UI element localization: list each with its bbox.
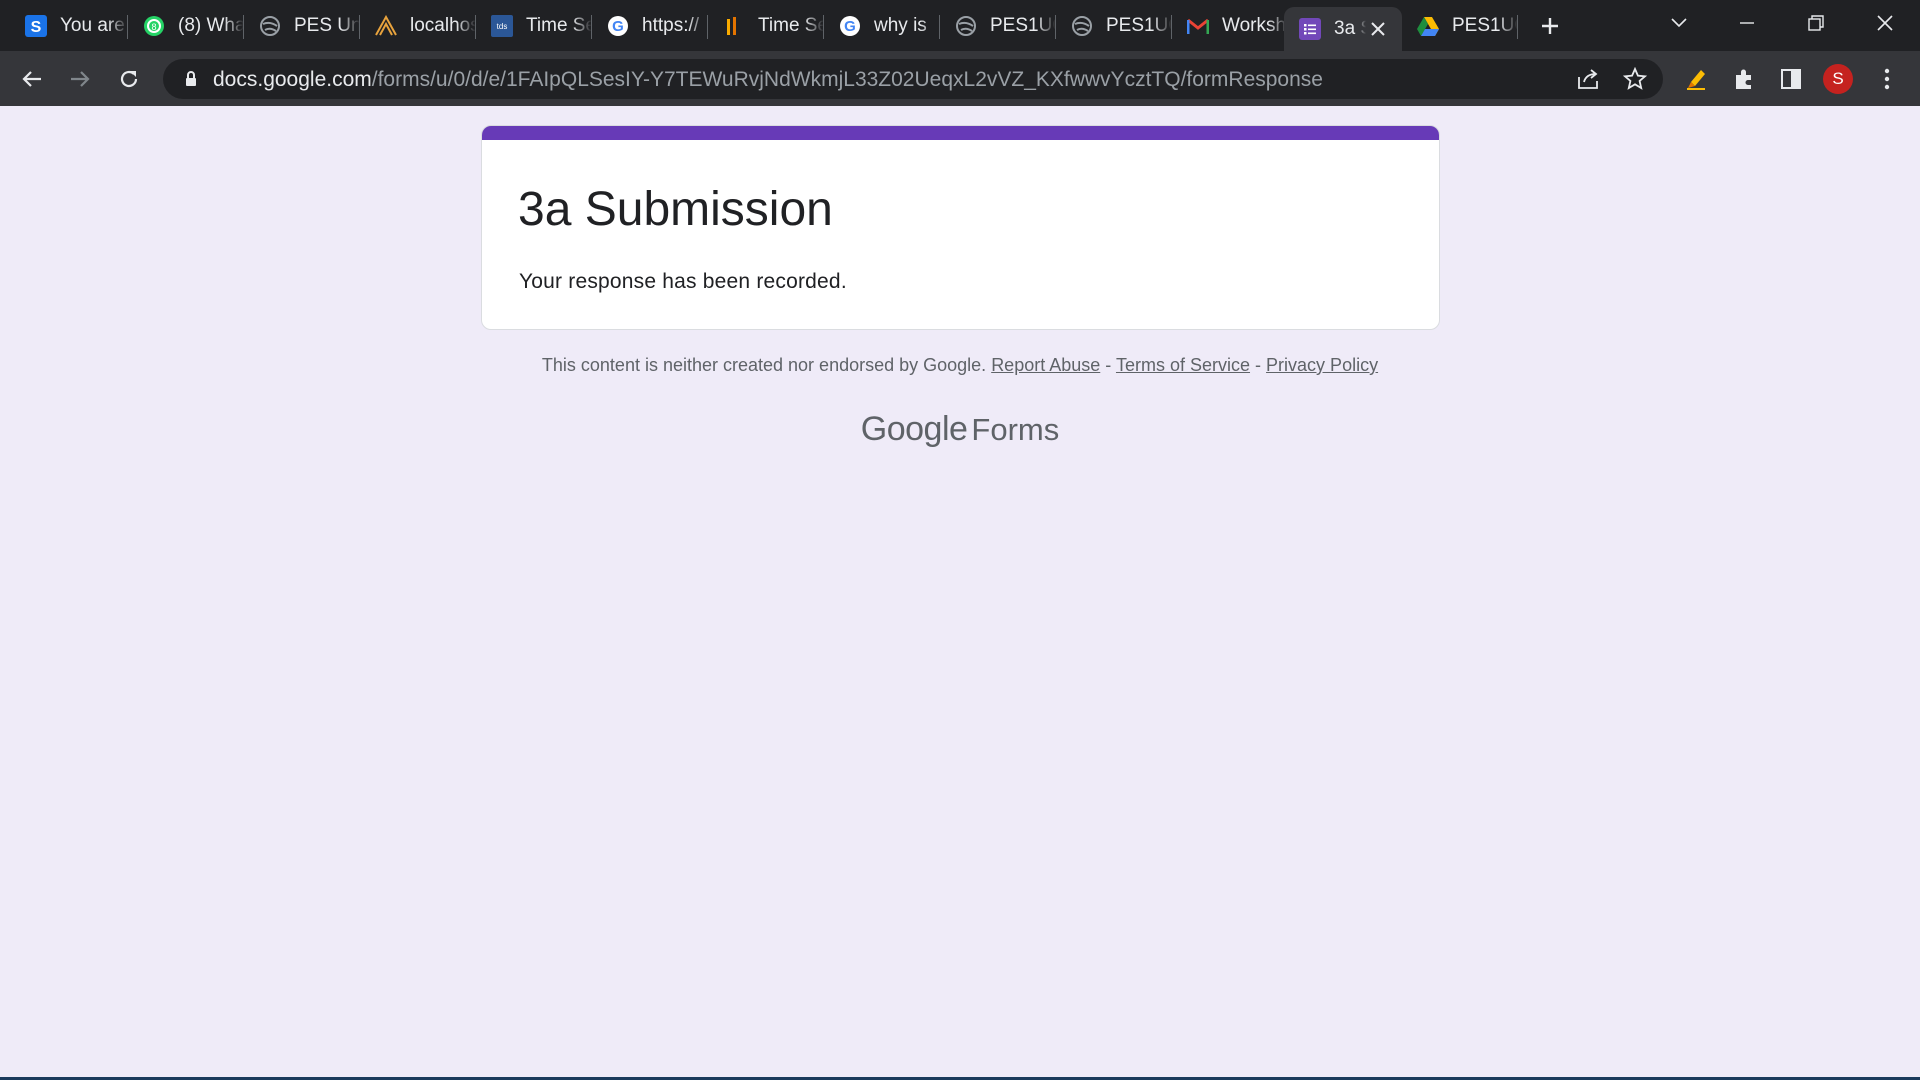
footer-disclaimer: This content is neither created nor endo…	[0, 355, 1920, 376]
matlab-icon	[374, 14, 398, 38]
form-title: 3a Submission	[518, 183, 833, 236]
google-icon: G	[838, 14, 862, 38]
forward-button[interactable]	[62, 61, 98, 97]
svg-text:S: S	[31, 19, 42, 36]
address-bar[interactable]: docs.google.com/forms/u/0/d/e/1FAIpQLSes…	[163, 59, 1663, 99]
globe-icon	[954, 14, 978, 38]
confirmation-message: Your response has been recorded.	[519, 270, 847, 293]
drive-icon	[1416, 14, 1440, 38]
tab-3[interactable]: PES University	[244, 7, 360, 45]
bookmark-star-icon[interactable]	[1622, 66, 1648, 91]
tab-active[interactable]: 3a Submission	[1284, 7, 1402, 51]
svg-text:G: G	[612, 18, 624, 35]
google-wordmark: Google	[860, 410, 968, 448]
lock-icon[interactable]	[181, 69, 201, 89]
forms-wordmark: Forms	[971, 412, 1060, 447]
tab-title: PES1UG	[990, 15, 1056, 36]
browser-toolbar: docs.google.com/forms/u/0/d/e/1FAIpQLSes…	[0, 51, 1920, 106]
tab-title: Time Series	[758, 15, 824, 36]
google-icon: G	[606, 14, 630, 38]
tab-1[interactable]: S You are	[10, 7, 128, 45]
accent-band	[482, 126, 1439, 140]
form-page: 3a Submission Your response has been rec…	[0, 106, 1920, 1078]
globe-icon	[258, 14, 282, 38]
tab-title: 3a Submission	[1334, 18, 1366, 39]
tab-title: Worksheet	[1222, 15, 1288, 36]
tds-icon: tds	[490, 14, 514, 38]
tab-8[interactable]: G why is	[824, 7, 940, 45]
tab-13[interactable]: PES1UG	[1402, 7, 1518, 45]
svg-text:G: G	[844, 18, 856, 35]
google-forms-logo[interactable]: Google Forms	[0, 410, 1920, 449]
extensions-icon[interactable]	[1731, 66, 1757, 92]
url-text[interactable]: docs.google.com/forms/u/0/d/e/1FAIpQLSes…	[213, 68, 1323, 92]
restore-icon[interactable]	[1796, 8, 1836, 38]
back-button[interactable]	[14, 61, 50, 97]
whatsapp-icon: 8	[142, 14, 166, 38]
s-app-icon: S	[24, 14, 48, 38]
tab-title: https://	[642, 15, 700, 36]
kebab-menu-icon[interactable]	[1874, 66, 1900, 92]
tab-search-icon[interactable]	[1659, 8, 1699, 38]
tab-title: (8) WhatsApp	[178, 15, 244, 36]
forms-icon	[1298, 17, 1322, 41]
tab-10[interactable]: PES1UG	[1056, 7, 1172, 45]
share-icon[interactable]	[1576, 67, 1600, 91]
chart-icon	[722, 14, 746, 38]
svg-text:tds: tds	[497, 22, 508, 31]
reload-button[interactable]	[111, 61, 147, 97]
minimize-icon[interactable]	[1727, 8, 1767, 38]
close-tab-icon[interactable]	[1366, 17, 1390, 41]
report-abuse-link[interactable]: Report Abuse	[991, 355, 1100, 375]
gmail-icon	[1186, 14, 1210, 38]
tab-title: PES1UG	[1106, 15, 1172, 36]
tab-title: PES University	[294, 15, 360, 36]
tab-11[interactable]: Worksheet	[1172, 7, 1288, 45]
tab-6[interactable]: G https://	[592, 7, 708, 45]
confirmation-card: 3a Submission Your response has been rec…	[481, 125, 1440, 330]
tab-title: localhost	[410, 15, 476, 36]
tab-title: Time Series	[526, 15, 592, 36]
window-close-icon[interactable]	[1865, 8, 1905, 38]
terms-link[interactable]: Terms of Service	[1116, 355, 1250, 375]
globe-icon	[1070, 14, 1094, 38]
side-panel-icon[interactable]	[1778, 66, 1804, 92]
tab-strip: S You are 8 (8) WhatsApp PES University …	[0, 0, 1920, 51]
separator: -	[1105, 355, 1112, 375]
url-path: /forms/u/0/d/e/1FAIpQLSesIY-Y7TEWuRvjNdW…	[371, 68, 1323, 91]
tab-title: why is	[874, 15, 927, 36]
url-host: docs.google.com	[213, 68, 372, 91]
profile-avatar[interactable]: S	[1823, 64, 1853, 94]
svg-text:8: 8	[151, 22, 156, 32]
tab-title: PES1UG	[1452, 15, 1518, 36]
tab-4[interactable]: localhost	[360, 7, 476, 45]
tab-5[interactable]: tds Time Series	[476, 7, 592, 45]
tab-2[interactable]: 8 (8) WhatsApp	[128, 7, 244, 45]
new-tab-button[interactable]	[1535, 11, 1565, 41]
disclaimer-text: This content is neither created nor endo…	[541, 355, 987, 375]
tab-9[interactable]: PES1UG	[940, 7, 1056, 45]
privacy-link[interactable]: Privacy Policy	[1266, 355, 1378, 375]
tab-title: You are	[60, 15, 125, 36]
separator: -	[1255, 355, 1262, 375]
tab-7[interactable]: Time Series	[708, 7, 824, 45]
highlighter-extension-icon[interactable]	[1683, 66, 1709, 92]
